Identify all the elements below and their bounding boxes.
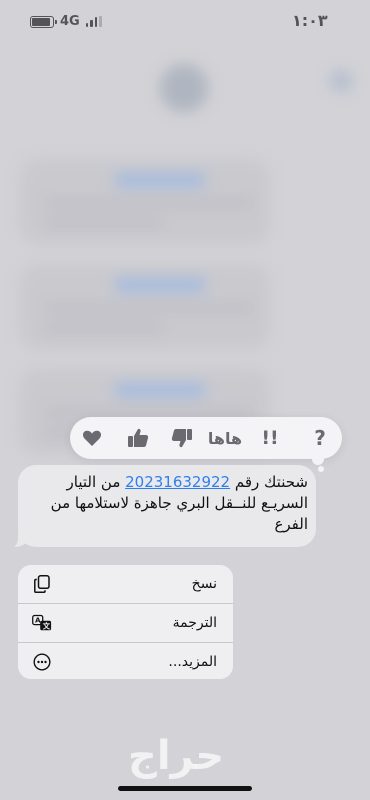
tapback-bar: هاها !! ?: [70, 417, 342, 459]
thumbs-down-icon[interactable]: [170, 426, 194, 450]
more-icon: [32, 652, 52, 672]
more-label: المزيد...: [168, 654, 217, 670]
menu-item-copy[interactable]: نسخ: [18, 565, 233, 604]
svg-text:A: A: [35, 616, 41, 625]
svg-text:文: 文: [42, 621, 51, 630]
copy-icon: [32, 574, 52, 594]
tapback-tail: [318, 466, 324, 472]
haha-reaction[interactable]: هاها: [208, 426, 242, 450]
heart-icon[interactable]: [80, 426, 104, 450]
thumbs-up-icon[interactable]: [126, 426, 150, 450]
translate-icon: A文: [32, 613, 52, 633]
exclamation-icon[interactable]: !!: [258, 426, 282, 450]
tapback-tail: [312, 453, 324, 465]
tracking-number-link[interactable]: 20231632922: [125, 473, 230, 491]
context-menu: نسخ الترجمة A文 المزيد...: [18, 565, 233, 679]
menu-item-translate[interactable]: الترجمة A文: [18, 604, 233, 643]
question-mark-icon[interactable]: ?: [308, 426, 332, 450]
message-text: شحنتك رقم 20231632922 من التيار السريـع …: [50, 473, 308, 533]
menu-item-more[interactable]: المزيد...: [18, 643, 233, 679]
copy-label: نسخ: [191, 576, 217, 592]
home-indicator[interactable]: [118, 786, 252, 791]
dim-overlay: [0, 0, 370, 800]
haha-label: هاها: [207, 428, 243, 448]
translate-label: الترجمة: [172, 615, 217, 631]
watermark-logo: حراج: [128, 733, 225, 779]
